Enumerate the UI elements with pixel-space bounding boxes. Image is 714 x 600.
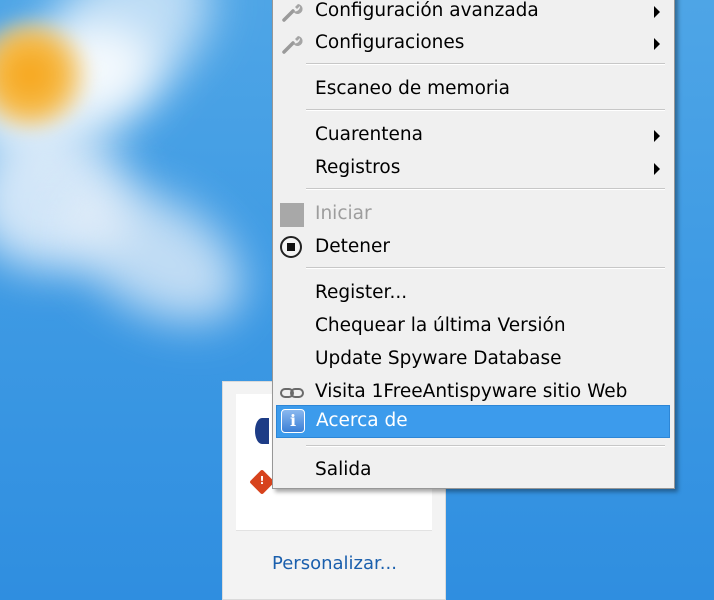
menu-item-label: Chequear la última Versión [315, 315, 566, 336]
menu-item-label: Registros [315, 157, 401, 178]
menu-item-settings[interactable]: Configuraciones [276, 28, 670, 60]
menu-item-label: Configuraciones [315, 32, 465, 53]
menu-item-stop[interactable]: Detener [276, 232, 670, 264]
menu-item-about[interactable]: i Acerca de [276, 405, 670, 438]
link-chain-icon [280, 388, 304, 398]
tray-divider [236, 530, 432, 531]
menu-item-label: Visita 1FreeAntispyware sitio Web [315, 381, 628, 402]
menu-item-label: Configuración avanzada [315, 0, 539, 21]
gray-square-icon [280, 203, 304, 227]
tray-antispyware-icon-mark: ! [259, 474, 265, 487]
menu-item-label: Update Spyware Database [315, 348, 562, 369]
wrench-icon [282, 4, 303, 22]
menu-separator [306, 109, 665, 111]
menu-item-memory-scan[interactable]: Escaneo de memoria [276, 74, 670, 106]
wrench-icon [282, 36, 303, 54]
menu-item-start[interactable]: Iniciar [276, 199, 670, 231]
menu-item-exit[interactable]: Salida [276, 455, 670, 487]
menu-separator [306, 267, 665, 269]
submenu-arrow-icon [654, 163, 660, 175]
customize-link[interactable]: Personalizar... [272, 553, 397, 574]
stop-icon [280, 236, 302, 258]
menu-item-label: Cuarentena [315, 124, 423, 145]
menu-item-logs[interactable]: Registros [276, 153, 670, 185]
menu-item-quarantine[interactable]: Cuarentena [276, 120, 670, 152]
menu-separator [306, 188, 665, 190]
context-menu: Configuración avanzada Configuraciones E… [272, 0, 675, 489]
info-icon: i [281, 409, 305, 433]
menu-item-label: Escaneo de memoria [315, 78, 510, 99]
menu-item-register[interactable]: Register... [276, 278, 670, 310]
submenu-arrow-icon [654, 6, 660, 18]
submenu-arrow-icon [654, 38, 660, 50]
menu-item-label: Detener [315, 236, 390, 257]
menu-item-check-latest-version[interactable]: Chequear la última Versión [276, 311, 670, 343]
menu-item-label: Acerca de [316, 410, 408, 431]
menu-item-label: Iniciar [315, 203, 372, 224]
menu-item-update-database[interactable]: Update Spyware Database [276, 344, 670, 376]
desktop-background: ! Personalizar... Configuración avanzada… [0, 0, 714, 600]
tray-app-icon[interactable] [255, 418, 269, 444]
menu-item-label: Register... [315, 282, 408, 303]
menu-separator [306, 445, 665, 447]
menu-item-label: Salida [315, 459, 372, 480]
submenu-arrow-icon [654, 130, 660, 142]
menu-item-advanced-settings[interactable]: Configuración avanzada [276, 0, 670, 28]
menu-separator [306, 63, 665, 65]
